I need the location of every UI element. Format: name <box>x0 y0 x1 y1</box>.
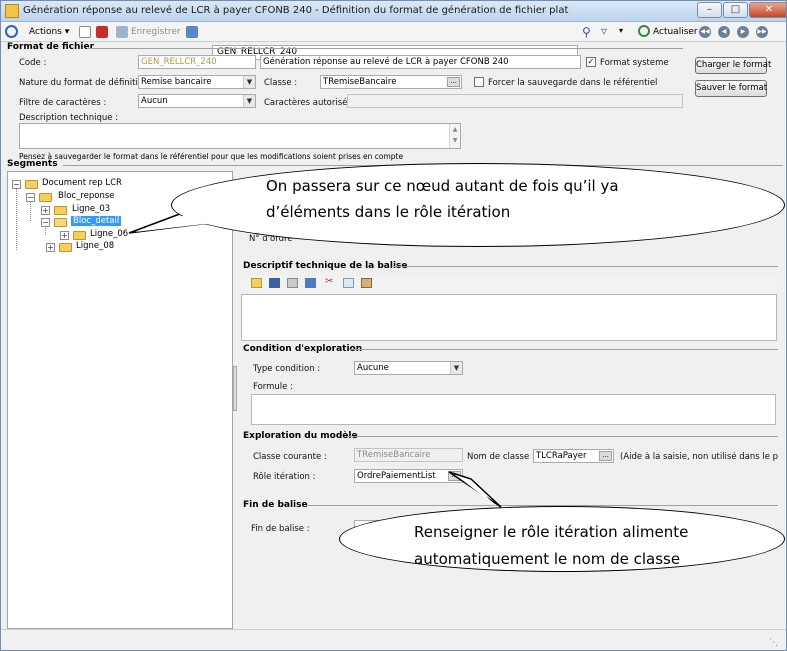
bottom-callout-line-2-clip: automatiquement le nom de classe <box>401 546 731 568</box>
bottom-callout-line-2: automatiquement le nom de classe <box>414 550 681 568</box>
top-callout-line-2: d’éléments dans le rôle itération <box>266 203 511 221</box>
application-window: Génération réponse au relevé de LCR à pa… <box>0 0 787 651</box>
bottom-callout-line-1: Renseigner le rôle itération alimente <box>414 523 689 541</box>
top-callout-line-1: On passera sur ce nœud autant de fois qu… <box>266 177 619 195</box>
